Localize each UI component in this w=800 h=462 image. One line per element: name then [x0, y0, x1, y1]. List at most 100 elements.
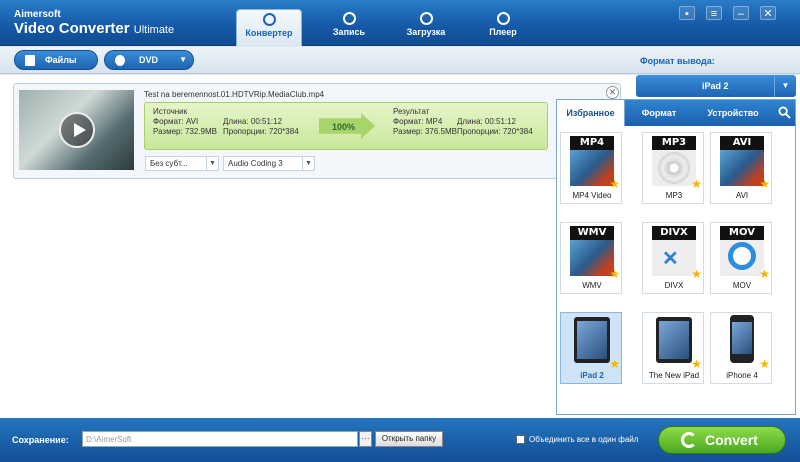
- audio-value: Audio Coding 3: [228, 159, 283, 168]
- favorite-star-icon[interactable]: ★: [691, 357, 702, 371]
- burn-icon: [342, 12, 356, 25]
- favorite-star-icon[interactable]: ★: [691, 267, 702, 281]
- format-panel-tabs: Избранное Формат Устройство: [557, 100, 795, 126]
- add-files-label: Файлы: [45, 55, 77, 65]
- output-folder-input[interactable]: [82, 431, 358, 447]
- mov-icon: MOV: [720, 226, 764, 276]
- format-item-label: WMV: [582, 281, 602, 290]
- source-format: Формат: AVI: [153, 117, 199, 126]
- result-title: Результат: [393, 107, 430, 116]
- favorite-star-icon[interactable]: ★: [609, 357, 620, 371]
- result-aspect: Пропорции: 720*384: [457, 127, 533, 136]
- play-icon: [496, 12, 510, 25]
- download-icon: [419, 12, 433, 25]
- iphone-icon: [730, 315, 754, 363]
- source-duration: Длина: 00:51:12: [223, 117, 283, 126]
- format-item-iphone-4[interactable]: ★ iPhone 4: [710, 312, 772, 384]
- tab-format[interactable]: Формат: [627, 100, 691, 126]
- wmv-icon: WMV: [570, 226, 614, 276]
- title-bar: Aimersoft Video Converter Ultimate Конве…: [0, 0, 800, 46]
- brand-product: Video Converter Ultimate: [14, 20, 175, 37]
- result-format: Формат: MP4: [393, 117, 443, 126]
- brand-company: Aimersoft: [14, 9, 61, 20]
- load-dvd-label: DVD: [139, 55, 159, 65]
- output-folder-label: Сохранение:: [12, 435, 69, 445]
- tab-device[interactable]: Устройство: [693, 100, 773, 126]
- chevron-down-icon: ▼: [179, 55, 187, 64]
- favorite-star-icon[interactable]: ★: [609, 177, 620, 191]
- video-thumbnail[interactable]: [19, 90, 134, 170]
- format-item-mov[interactable]: MOV ★ MOV: [710, 222, 772, 294]
- mp3-icon: MP3: [652, 136, 696, 186]
- format-item-avi[interactable]: AVI ★ AVI: [710, 132, 772, 204]
- merge-checkbox[interactable]: [516, 435, 525, 444]
- minimize-icon[interactable]: –: [733, 6, 749, 20]
- format-item-label: DIVX: [664, 281, 684, 290]
- tab-converter-label: Конвертер: [245, 28, 293, 38]
- output-format-select[interactable]: iPad 2 ▼: [636, 75, 796, 97]
- chevron-down-icon: ▼: [302, 157, 314, 170]
- result-duration: Длина: 00:51:12: [457, 117, 517, 126]
- format-item-label: AVI: [735, 191, 749, 200]
- tab-burn-label: Запись: [332, 27, 366, 37]
- audio-track-select[interactable]: Audio Coding 3 ▼: [223, 156, 315, 171]
- output-format-value: iPad 2: [702, 81, 729, 91]
- convert-icon: [262, 13, 276, 26]
- output-format-label: Формат вывода:: [640, 56, 715, 66]
- favorite-star-icon[interactable]: ★: [691, 177, 702, 191]
- format-item-ipad-2[interactable]: ★ iPad 2: [560, 312, 622, 384]
- favorite-star-icon[interactable]: ★: [759, 177, 770, 191]
- format-item-divx[interactable]: DIVX ✕ ★ DIVX: [642, 222, 704, 294]
- file-item[interactable]: Test na beremennost.01.HDTVRip.MediaClub…: [13, 83, 621, 179]
- ipad-icon: [574, 317, 610, 363]
- tab-player[interactable]: Плеер: [470, 9, 536, 46]
- progress-percent: 100%: [332, 122, 356, 132]
- add-files-button[interactable]: Файлы: [14, 50, 98, 70]
- play-icon[interactable]: [59, 112, 95, 148]
- favorite-star-icon[interactable]: ★: [759, 357, 770, 371]
- menu-icon[interactable]: ≡: [706, 6, 722, 20]
- format-item-mp3[interactable]: MP3 ★ MP3: [642, 132, 704, 204]
- convert-button[interactable]: Convert: [658, 426, 786, 454]
- tab-burn[interactable]: Запись: [316, 9, 382, 46]
- format-item-label: MP4 Video: [572, 191, 612, 200]
- file-name: Test na beremennost.01.HDTVRip.MediaClub…: [144, 90, 325, 99]
- source-aspect: Пропорции: 720*384: [223, 127, 299, 136]
- ipad-icon: [656, 317, 692, 363]
- merge-label: Объединить все в один файл: [529, 435, 639, 444]
- tab-converter[interactable]: Конвертер: [236, 9, 302, 46]
- search-icon[interactable]: [778, 106, 791, 119]
- mp4-icon: MP4: [570, 136, 614, 186]
- open-folder-button[interactable]: Открыть папку: [375, 431, 443, 447]
- format-item-label: MOV: [732, 281, 752, 290]
- load-dvd-button[interactable]: DVD ▼: [104, 50, 194, 70]
- remove-file-icon[interactable]: ✕: [606, 86, 619, 99]
- format-item-label: MP3: [665, 191, 683, 200]
- divx-icon: DIVX ✕: [652, 226, 696, 276]
- source-size: Размер: 732.9MB: [153, 127, 217, 136]
- format-panel: Избранное Формат Устройство MP4 ★ MP4 Vi…: [556, 99, 796, 415]
- favorite-star-icon[interactable]: ★: [609, 267, 620, 281]
- format-item-mp4[interactable]: MP4 ★ MP4 Video: [560, 132, 622, 204]
- app-brand: Aimersoft Video Converter Ultimate: [14, 9, 174, 39]
- tab-player-label: Плеер: [489, 27, 517, 37]
- chat-icon[interactable]: ▪: [679, 6, 695, 20]
- browse-button[interactable]: ···: [359, 431, 372, 447]
- chevron-down-icon: ▼: [206, 157, 218, 170]
- favorite-star-icon[interactable]: ★: [759, 267, 770, 281]
- format-item-label: The New iPad: [648, 371, 700, 380]
- close-icon[interactable]: ✕: [760, 6, 776, 20]
- chevron-down-icon[interactable]: ▼: [774, 75, 796, 97]
- conversion-info: Источник Формат: AVI Размер: 732.9MB Дли…: [144, 102, 548, 150]
- subtitle-select[interactable]: Без субт... ▼: [145, 156, 219, 171]
- avi-icon: AVI: [720, 136, 764, 186]
- tab-favorites[interactable]: Избранное: [557, 100, 625, 126]
- format-item-wmv[interactable]: WMV ★ WMV: [560, 222, 622, 294]
- convert-label: Convert: [705, 432, 758, 448]
- dvd-icon: [115, 55, 125, 66]
- format-item-label: iPhone 4: [726, 371, 758, 380]
- tab-download-label: Загрузка: [406, 27, 446, 37]
- source-title: Источник: [153, 107, 188, 116]
- format-item-new-ipad[interactable]: ★ The New iPad: [642, 312, 704, 384]
- tab-download[interactable]: Загрузка: [393, 9, 459, 46]
